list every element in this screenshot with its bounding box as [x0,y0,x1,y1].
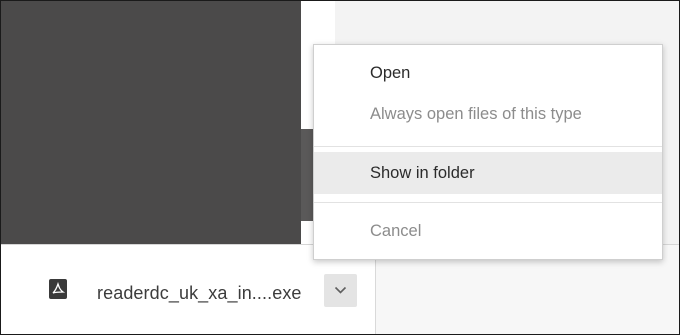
page-content-dark [1,1,301,244]
browser-window: readerdc_uk_xa_in....exe Open Always ope… [0,0,680,335]
download-file-name[interactable]: readerdc_uk_xa_in....exe [97,283,302,304]
menu-item-label: Always open files of this type [370,105,582,123]
menu-separator [314,146,662,147]
menu-item-cancel: Cancel [314,211,662,253]
download-context-menu: Open Always open files of this type Show… [313,44,663,260]
chevron-down-icon [334,286,347,294]
pdf-file-icon [49,279,67,299]
menu-item-label: Open [370,64,411,82]
menu-item-label: Show in folder [370,164,475,182]
menu-item-always-open: Always open files of this type [314,94,662,136]
menu-separator [314,202,662,203]
scrollbar-thumb[interactable] [301,129,313,221]
menu-item-label: Cancel [370,222,422,240]
menu-item-open[interactable]: Open [314,53,662,95]
download-menu-button[interactable] [324,274,357,307]
menu-item-show-in-folder[interactable]: Show in folder [314,152,662,194]
